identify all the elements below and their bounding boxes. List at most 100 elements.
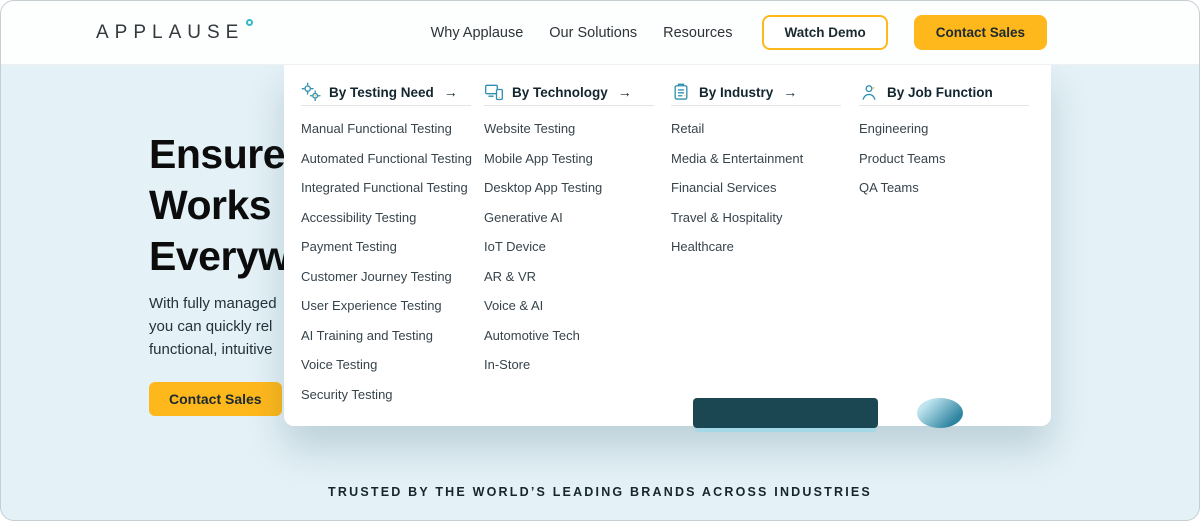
menu-item[interactable]: Accessibility Testing xyxy=(301,210,416,225)
menu-item[interactable]: IoT Device xyxy=(484,239,546,254)
hero-illustration-circle xyxy=(917,398,963,428)
menu-column-title: By Job Function xyxy=(887,85,993,100)
menu-item[interactable]: Security Testing xyxy=(301,387,393,402)
menu-column-title: By Testing Need xyxy=(329,85,434,100)
menu-item-row: Financial Services xyxy=(671,173,841,203)
logo-circle-icon xyxy=(246,19,253,26)
menu-item-row: Customer Journey Testing xyxy=(301,262,471,292)
menu-column-job-function: By Job Function Engineering Product Team… xyxy=(859,81,1029,203)
hero-paragraph: With fully managed you can quickly rel f… xyxy=(149,292,277,361)
menu-item-row: IoT Device xyxy=(484,232,654,262)
menu-item[interactable]: Healthcare xyxy=(671,239,734,254)
mega-menu: By Testing Need → Manual Functional Test… xyxy=(284,65,1051,426)
menu-item[interactable]: AI Training and Testing xyxy=(301,328,433,343)
menu-item-row: In-Store xyxy=(484,350,654,380)
testing-need-icon xyxy=(301,82,321,102)
menu-column-title: By Technology xyxy=(512,85,608,100)
menu-item[interactable]: Media & Entertainment xyxy=(671,151,803,166)
hero-heading-line: Everyw xyxy=(149,231,290,282)
menu-item-row: Retail xyxy=(671,114,841,144)
menu-item[interactable]: Mobile App Testing xyxy=(484,151,593,166)
menu-item-row: Desktop App Testing xyxy=(484,173,654,203)
menu-item-row: Media & Entertainment xyxy=(671,144,841,174)
contact-sales-button[interactable]: Contact Sales xyxy=(914,15,1047,50)
menu-item[interactable]: AR & VR xyxy=(484,269,536,284)
menu-column-industry-header[interactable]: By Industry → xyxy=(671,81,841,106)
nav-link-resources[interactable]: Resources xyxy=(663,25,732,41)
job-function-icon xyxy=(859,82,879,102)
menu-item-row: Website Testing xyxy=(484,114,654,144)
nav-link-why-applause[interactable]: Why Applause xyxy=(431,25,524,41)
menu-item[interactable]: Retail xyxy=(671,121,704,136)
menu-item-row: Engineering xyxy=(859,114,1029,144)
brand-logo-text: APPLAUSE xyxy=(96,22,244,44)
menu-column-technology: By Technology → Website Testing Mobile A… xyxy=(484,81,654,380)
menu-column-testing-need-header[interactable]: By Testing Need → xyxy=(301,81,471,106)
menu-item-row: Automotive Tech xyxy=(484,321,654,351)
menu-item[interactable]: Automotive Tech xyxy=(484,328,580,343)
arrow-right-icon: → xyxy=(444,84,458,100)
menu-item-row: Generative AI xyxy=(484,203,654,233)
technology-icon xyxy=(484,82,504,102)
menu-item-row: Travel & Hospitality xyxy=(671,203,841,233)
page: APPLAUSE Why Applause Our Solutions Reso… xyxy=(0,0,1200,521)
watch-demo-button[interactable]: Watch Demo xyxy=(762,15,887,50)
menu-item-row: User Experience Testing xyxy=(301,291,471,321)
menu-column-job-function-header[interactable]: By Job Function xyxy=(859,81,1029,106)
trusted-brands-text: TRUSTED BY THE WORLD’S LEADING BRANDS AC… xyxy=(1,485,1199,499)
hero-contact-sales-button[interactable]: Contact Sales xyxy=(149,382,282,416)
menu-item[interactable]: Generative AI xyxy=(484,210,563,225)
menu-item-row: Payment Testing xyxy=(301,232,471,262)
menu-column-testing-need: By Testing Need → Manual Functional Test… xyxy=(301,81,471,409)
menu-item[interactable]: Desktop App Testing xyxy=(484,180,602,195)
menu-item-row: Security Testing xyxy=(301,380,471,410)
brand-logo[interactable]: APPLAUSE xyxy=(96,22,253,44)
menu-item[interactable]: Travel & Hospitality xyxy=(671,210,783,225)
nav-link-our-solutions[interactable]: Our Solutions xyxy=(549,25,637,41)
hero-paragraph-line: you can quickly rel xyxy=(149,315,277,338)
menu-item[interactable]: Payment Testing xyxy=(301,239,397,254)
menu-item-row: Product Teams xyxy=(859,144,1029,174)
menu-item[interactable]: Integrated Functional Testing xyxy=(301,180,468,195)
menu-item[interactable]: Website Testing xyxy=(484,121,575,136)
menu-item[interactable]: Manual Functional Testing xyxy=(301,121,452,136)
hero-paragraph-line: With fully managed xyxy=(149,292,277,315)
menu-column-items: Retail Media & Entertainment Financial S… xyxy=(671,114,841,262)
menu-item[interactable]: In-Store xyxy=(484,357,530,372)
menu-item[interactable]: Voice Testing xyxy=(301,357,377,372)
menu-item-row: QA Teams xyxy=(859,173,1029,203)
arrow-right-icon: → xyxy=(618,84,632,100)
menu-item[interactable]: Automated Functional Testing xyxy=(301,151,472,166)
menu-item[interactable]: QA Teams xyxy=(859,180,919,195)
menu-item-row: Automated Functional Testing xyxy=(301,144,471,174)
menu-column-title: By Industry xyxy=(699,85,773,100)
menu-item-row: Voice & AI xyxy=(484,291,654,321)
hero-heading: Ensure Works Everyw xyxy=(149,129,290,282)
hero-paragraph-line: functional, intuitive xyxy=(149,338,277,361)
menu-column-items: Engineering Product Teams QA Teams xyxy=(859,114,1029,203)
hero-illustration-bar xyxy=(693,398,878,428)
menu-item-row: Manual Functional Testing xyxy=(301,114,471,144)
menu-item[interactable]: Financial Services xyxy=(671,180,777,195)
menu-column-items: Website Testing Mobile App Testing Deskt… xyxy=(484,114,654,380)
hero-heading-line: Ensure xyxy=(149,129,290,180)
menu-item-row: Healthcare xyxy=(671,232,841,262)
menu-item[interactable]: Customer Journey Testing xyxy=(301,269,452,284)
industry-icon xyxy=(671,82,691,102)
menu-item-row: AI Training and Testing xyxy=(301,321,471,351)
menu-item-row: Voice Testing xyxy=(301,350,471,380)
nav-group: Why Applause Our Solutions Resources Wat… xyxy=(431,15,1047,50)
hero-heading-line: Works xyxy=(149,180,290,231)
menu-item[interactable]: User Experience Testing xyxy=(301,298,442,313)
menu-item[interactable]: Engineering xyxy=(859,121,928,136)
arrow-right-icon: → xyxy=(783,84,797,100)
menu-item-row: Accessibility Testing xyxy=(301,203,471,233)
menu-item[interactable]: Voice & AI xyxy=(484,298,543,313)
navbar: APPLAUSE Why Applause Our Solutions Reso… xyxy=(1,1,1199,65)
menu-item[interactable]: Product Teams xyxy=(859,151,945,166)
menu-column-items: Manual Functional Testing Automated Func… xyxy=(301,114,471,409)
menu-column-technology-header[interactable]: By Technology → xyxy=(484,81,654,106)
menu-item-row: AR & VR xyxy=(484,262,654,292)
menu-item-row: Mobile App Testing xyxy=(484,144,654,174)
menu-item-row: Integrated Functional Testing xyxy=(301,173,471,203)
